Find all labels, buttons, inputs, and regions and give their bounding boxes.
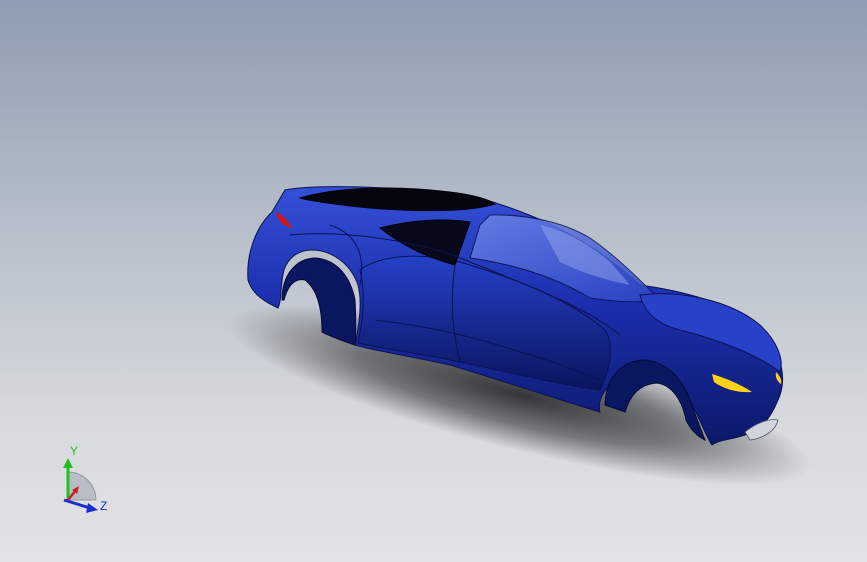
y-axis-label: Y [70, 444, 78, 458]
z-axis-arrow [63, 498, 91, 510]
graphics-viewport[interactable]: Y Z [0, 0, 867, 562]
y-axis-arrowhead [63, 458, 73, 468]
coordinate-triad[interactable]: Y Z [50, 440, 120, 520]
car-body-model[interactable] [0, 0, 867, 562]
z-axis-label: Z [100, 499, 107, 513]
z-axis-arrowhead [86, 503, 98, 513]
